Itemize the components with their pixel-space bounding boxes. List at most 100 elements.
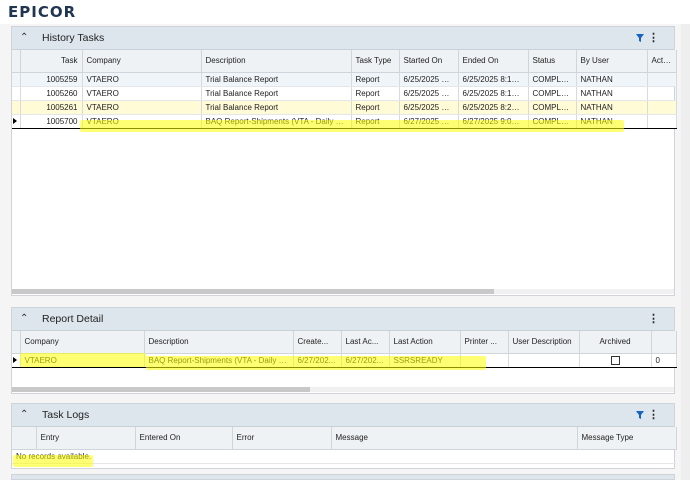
column-header-user-description[interactable]: User Description: [508, 331, 580, 354]
cell-archived: [579, 352, 652, 368]
history-tasks-grid: Task Company Description Task Type Start…: [12, 50, 677, 129]
task-logs-panel: ⌃ Task Logs ⋮ Entry Entered On Error Mes…: [11, 403, 677, 469]
cell-by-user: NATHAN: [576, 113, 648, 129]
cell-task-type: Report: [351, 72, 400, 87]
column-header-description[interactable]: Description: [201, 50, 352, 73]
cell-status: COMPLETE: [528, 86, 577, 101]
cell-task-type: Report: [351, 86, 400, 101]
table-row-selected[interactable]: 1005700 VTAERO BAQ Report-Shipments (VTA…: [12, 113, 677, 129]
report-detail-grid: Company Description Create... Last Ac...…: [12, 331, 677, 368]
cell-started-on: 6/27/2025 9:...: [399, 113, 459, 129]
filter-icon[interactable]: [636, 34, 644, 42]
column-header-entry[interactable]: Entry: [36, 427, 136, 450]
cell-by-user: NATHAN: [576, 100, 648, 115]
cell-task: 1005259: [20, 72, 83, 87]
task-logs-header: ⌃ Task Logs ⋮: [12, 404, 674, 427]
cell-ended-on: 6/25/2025 8:21 ...: [458, 100, 529, 115]
column-header-printer[interactable]: Printer ...: [460, 331, 509, 354]
cell-status: COMPLETE: [528, 100, 577, 115]
column-header-task[interactable]: Task: [20, 50, 83, 73]
cell-created: 6/27/202...: [293, 352, 342, 368]
table-row-selected[interactable]: VTAERO BAQ Report-Shipments (VTA - Daily…: [12, 352, 677, 368]
row-indicator-header: [12, 427, 37, 450]
column-header-company[interactable]: Company: [20, 331, 145, 354]
panel-title: History Tasks: [42, 32, 105, 44]
scrollbar-thumb[interactable]: [12, 387, 310, 392]
empty-row: No records available.: [12, 449, 676, 464]
cell-status: COMPLETE: [528, 72, 577, 87]
column-header-error[interactable]: Error: [232, 427, 332, 450]
cell-extra: 0: [651, 352, 677, 368]
history-tasks-panel: ⌃ History Tasks ⋮ Task Company Descripti…: [11, 26, 677, 296]
more-options-icon[interactable]: ⋮: [648, 408, 659, 421]
column-header-activity[interactable]: Activity: [647, 50, 677, 73]
cell-description: BAQ Report-Shipments (VTA - Daily Sh...: [144, 352, 294, 368]
column-header-entered-on[interactable]: Entered On: [135, 427, 233, 450]
report-detail-panel: ⌃ Report Detail ⋮ Company Description Cr…: [11, 307, 677, 394]
scrollbar-thumb[interactable]: [12, 289, 494, 294]
cell-task: 1005260: [20, 86, 83, 101]
cell-started-on: 6/25/2025 8:...: [399, 100, 459, 115]
cell-task: 1005261: [20, 100, 83, 115]
grid-header-row: Company Description Create... Last Ac...…: [12, 331, 677, 354]
table-row[interactable]: 1005261 VTAERO Trial Balance Report Repo…: [12, 100, 677, 115]
column-header-message[interactable]: Message: [331, 427, 578, 450]
column-header-last-action[interactable]: Last Action: [389, 331, 461, 354]
column-header-archived[interactable]: Archived: [579, 331, 652, 354]
column-header-last-accessed[interactable]: Last Ac...: [341, 331, 390, 354]
no-records-message: No records available.: [12, 449, 676, 464]
selected-row-indicator-icon: [12, 352, 21, 368]
grid-header-row: Entry Entered On Error Message Message T…: [12, 427, 677, 450]
column-header-task-type[interactable]: Task Type: [351, 50, 400, 73]
cell-task: 1005700: [20, 113, 83, 129]
cell-by-user: NATHAN: [576, 72, 648, 87]
more-options-icon[interactable]: ⋮: [648, 312, 659, 325]
column-header-ended-on[interactable]: Ended On: [458, 50, 529, 73]
cell-ended-on: 6/25/2025 8:19 ...: [458, 86, 529, 101]
row-indicator: [12, 100, 21, 115]
archived-checkbox[interactable]: [610, 355, 620, 365]
cell-last-action: SSRSREADY: [389, 352, 461, 368]
row-indicator-header: [12, 50, 21, 73]
cell-status: COMPLETE: [528, 113, 577, 129]
column-header-company[interactable]: Company: [82, 50, 202, 73]
column-header-message-type[interactable]: Message Type: [577, 427, 677, 450]
task-logs-grid: Entry Entered On Error Message Message T…: [12, 427, 677, 464]
column-header-status[interactable]: Status: [528, 50, 577, 73]
vertical-scrollbar[interactable]: [681, 24, 690, 480]
panel-title: Report Detail: [42, 313, 104, 325]
row-indicator: [12, 86, 21, 101]
filter-icon[interactable]: [636, 411, 644, 419]
cell-description: Trial Balance Report: [201, 86, 352, 101]
column-header-by-user[interactable]: By User: [576, 50, 648, 73]
cell-activity: [647, 113, 677, 129]
column-header-extra[interactable]: [651, 331, 677, 354]
table-row[interactable]: 1005260 VTAERO Trial Balance Report Repo…: [12, 86, 677, 101]
horizontal-scrollbar[interactable]: [12, 289, 674, 294]
table-row[interactable]: 1005259 VTAERO Trial Balance Report Repo…: [12, 72, 677, 87]
cell-company: VTAERO: [82, 86, 202, 101]
row-indicator: [12, 72, 21, 87]
cell-company: VTAERO: [20, 352, 145, 368]
cell-task-type: Report: [351, 100, 400, 115]
collapse-chevron-icon[interactable]: ⌃: [20, 313, 28, 324]
cell-by-user: NATHAN: [576, 86, 648, 101]
cell-company: VTAERO: [82, 72, 202, 87]
column-header-created[interactable]: Create...: [293, 331, 342, 354]
column-header-description[interactable]: Description: [144, 331, 294, 354]
column-header-started-on[interactable]: Started On: [399, 50, 459, 73]
history-tasks-header: ⌃ History Tasks ⋮: [12, 27, 674, 50]
cell-ended-on: 6/27/2025 9:04 ...: [458, 113, 529, 129]
cell-activity: [647, 86, 677, 101]
cell-user-description: [508, 352, 580, 368]
collapse-chevron-icon[interactable]: ⌃: [20, 32, 28, 43]
report-detail-header: ⌃ Report Detail ⋮: [12, 308, 674, 331]
horizontal-scrollbar[interactable]: [12, 387, 674, 392]
cell-description: Trial Balance Report: [201, 100, 352, 115]
collapse-chevron-icon[interactable]: ⌃: [20, 409, 28, 420]
app-header: EPICOR: [0, 0, 690, 24]
cell-started-on: 6/25/2025 8:...: [399, 72, 459, 87]
more-options-icon[interactable]: ⋮: [648, 31, 659, 44]
cell-task-type: Report: [351, 113, 400, 129]
next-panel-edge: [11, 474, 675, 480]
